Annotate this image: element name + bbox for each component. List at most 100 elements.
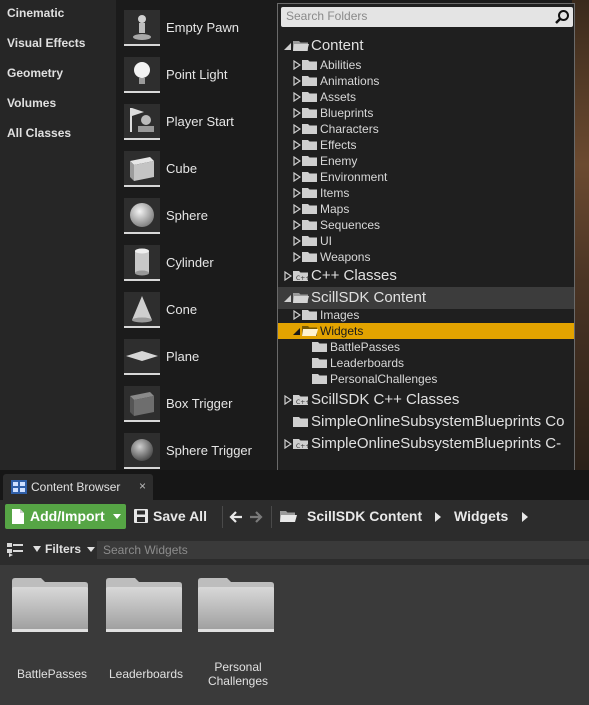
filter-bar: Filters [0, 535, 589, 565]
save-all-button[interactable]: Save All [134, 504, 214, 529]
asset-folder-personal-challenges[interactable]: Personal Challenges [191, 577, 285, 701]
folder-icon [312, 374, 327, 384]
collapsed-arrow-icon [293, 108, 301, 118]
folder-open-icon [293, 293, 309, 303]
folder-icon [302, 310, 317, 320]
folder-row-battlepasses[interactable]: BattlePasses [278, 339, 574, 355]
folder-row-abilities[interactable]: Abilities [278, 57, 574, 73]
folder-row-enemy[interactable]: Enemy [278, 153, 574, 169]
sphere-icon [124, 198, 160, 234]
breadcrumb-scillsdk-content[interactable]: ScillSDK Content [307, 508, 422, 524]
folder-row-content[interactable]: Content [278, 35, 574, 57]
folder-label: Widgets [320, 324, 364, 338]
player-start-icon [124, 104, 160, 140]
folder-row-scillsdk-cpp-classes[interactable]: C++ ScillSDK C++ Classes [278, 389, 574, 411]
folder-icon [302, 124, 317, 134]
placement-item-player-start[interactable]: Player Start [124, 104, 274, 144]
folder-search-input[interactable] [281, 7, 541, 25]
placement-item-cone[interactable]: Cone [124, 292, 274, 332]
placement-item-box-trigger[interactable]: Box Trigger [124, 386, 274, 426]
folder-row-maps[interactable]: Maps [278, 201, 574, 217]
sources-panel-toggle-icon[interactable] [7, 543, 23, 557]
forward-arrow-icon[interactable] [249, 510, 263, 524]
folder-row-assets[interactable]: Assets [278, 89, 574, 105]
folder-icon [302, 140, 317, 150]
collapsed-arrow-icon [293, 140, 301, 150]
category-cinematic[interactable]: Cinematic [7, 6, 64, 20]
asset-folder-leaderboards[interactable]: Leaderboards [99, 577, 193, 701]
asset-search-box [97, 541, 589, 559]
folder-icon [293, 417, 308, 427]
folder-open-icon[interactable] [280, 510, 297, 523]
collapsed-arrow-icon [293, 220, 301, 230]
placement-item-cube[interactable]: Cube [124, 151, 274, 191]
folder-row-animations[interactable]: Animations [278, 73, 574, 89]
back-arrow-icon[interactable] [229, 510, 243, 524]
cone-icon [124, 292, 160, 328]
collapsed-arrow-icon [293, 252, 301, 262]
folder-icon [312, 342, 327, 352]
save-all-label: Save All [153, 508, 207, 524]
asset-search-input[interactable] [97, 541, 577, 559]
tab-title: Content Browser [31, 480, 121, 494]
folder-row-ui[interactable]: UI [278, 233, 574, 249]
folder-row-items[interactable]: Items [278, 185, 574, 201]
placement-item-label: Sphere Trigger [166, 443, 252, 458]
asset-folder-battlepasses[interactable]: BattlePasses [5, 577, 99, 701]
category-all-classes[interactable]: All Classes [7, 126, 71, 140]
cpp-folder-icon: C++ [293, 271, 309, 282]
placement-categories: Cinematic Visual Effects Geometry Volume… [0, 0, 116, 470]
asset-label: Leaderboards [108, 667, 184, 681]
placement-item-empty-pawn[interactable]: Empty Pawn [124, 10, 274, 50]
category-geometry[interactable]: Geometry [7, 66, 63, 80]
folder-row-environment[interactable]: Environment [278, 169, 574, 185]
asset-label: Personal Challenges [207, 660, 269, 688]
folder-icon [302, 92, 317, 102]
folder-row-cpp-classes[interactable]: C++ C++ Classes [278, 265, 574, 287]
add-import-button[interactable]: Add/Import [5, 504, 126, 529]
breadcrumb-widgets[interactable]: Widgets [454, 508, 508, 524]
folder-row-scillsdk-content[interactable]: ScillSDK Content [278, 287, 574, 309]
folder-row-personalchallenges[interactable]: PersonalChallenges [278, 371, 574, 387]
toolbar-divider [222, 506, 223, 528]
placement-item-plane[interactable]: Plane [124, 339, 274, 379]
breadcrumb-separator-icon[interactable] [435, 512, 441, 522]
placement-item-sphere[interactable]: Sphere [124, 198, 274, 238]
tab-content-browser[interactable]: Content Browser × [3, 474, 153, 500]
close-icon[interactable]: × [139, 479, 146, 493]
folder-row-leaderboards[interactable]: Leaderboards [278, 355, 574, 371]
folder-search-box [281, 7, 573, 27]
placement-item-label: Plane [166, 349, 200, 364]
folder-row-simple-blueprints[interactable]: SimpleOnlineSubsystemBlueprints Co [278, 411, 574, 433]
folder-row-effects[interactable]: Effects [278, 137, 574, 153]
folder-row-images[interactable]: Images [278, 307, 574, 323]
placement-item-label: Empty Pawn [166, 20, 239, 35]
placement-item-label: Point Light [166, 67, 228, 82]
folder-row-widgets[interactable]: Widgets [278, 323, 574, 339]
breadcrumb-separator-icon[interactable] [522, 512, 528, 522]
collapsed-arrow-icon [293, 236, 301, 246]
folder-label: ScillSDK Content [311, 289, 427, 306]
category-visual-effects[interactable]: Visual Effects [7, 36, 85, 50]
folder-icon [302, 220, 317, 230]
placement-item-cylinder[interactable]: Cylinder [124, 245, 274, 285]
folder-label: SimpleOnlineSubsystemBlueprints Co [311, 413, 565, 430]
collapsed-arrow-icon [284, 271, 292, 281]
folder-row-sequences[interactable]: Sequences [278, 217, 574, 233]
placement-item-point-light[interactable]: Point Light [124, 57, 274, 97]
folder-label: Maps [320, 202, 350, 216]
chevron-down-icon [87, 547, 96, 552]
folder-row-weapons[interactable]: Weapons [278, 249, 574, 265]
filters-button[interactable]: Filters [33, 542, 96, 556]
asset-view: BattlePasses Leaderboards Personal Chall… [0, 565, 589, 705]
cpp-folder-icon: C++ [293, 439, 309, 450]
folder-label: Content [311, 37, 364, 54]
placement-item-sphere-trigger[interactable]: Sphere Trigger [124, 433, 274, 473]
placement-item-label: Player Start [166, 114, 234, 129]
folder-row-simple-cpp[interactable]: C++ SimpleOnlineSubsystemBlueprints C- [278, 433, 574, 455]
folder-row-blueprints[interactable]: Blueprints [278, 105, 574, 121]
category-volumes[interactable]: Volumes [7, 96, 56, 110]
asset-label: BattlePasses [16, 667, 88, 681]
folder-row-characters[interactable]: Characters [278, 121, 574, 137]
save-icon [134, 509, 148, 523]
